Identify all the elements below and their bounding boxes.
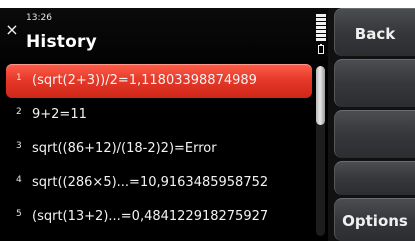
history-item-number: 2 bbox=[16, 107, 22, 117]
scrollbar[interactable] bbox=[316, 66, 325, 236]
options-button-label: Options bbox=[342, 212, 408, 230]
history-item[interactable]: 2 9+2=11 bbox=[6, 98, 312, 132]
history-item-text: (sqrt(13+2)...=0,484122918275927 bbox=[32, 209, 269, 224]
close-icon[interactable]: × bbox=[5, 22, 19, 38]
scrollbar-thumb[interactable] bbox=[316, 66, 325, 125]
signal-bar bbox=[316, 38, 326, 41]
top-border bbox=[0, 0, 415, 8]
signal-bar bbox=[316, 30, 326, 33]
history-item-number: 1 bbox=[16, 73, 22, 83]
history-item-text: sqrt((86+12)/(18-2)2)=Error bbox=[32, 141, 217, 156]
history-item-number: 3 bbox=[16, 141, 22, 151]
signal-bar bbox=[316, 34, 326, 37]
history-item[interactable]: 1 (sqrt(2+3))/2=1,11803398874989 bbox=[6, 64, 312, 98]
screenshot: 13:26 × History 1 (sqrt(2+3))/2=1,1180339… bbox=[0, 0, 415, 241]
back-button[interactable]: Back bbox=[334, 8, 415, 56]
history-item[interactable]: 4 sqrt((286×5)...=10,9163485958752 bbox=[6, 166, 312, 200]
history-item-text: (sqrt(2+3))/2=1,11803398874989 bbox=[32, 73, 257, 88]
history-item-text: 9+2=11 bbox=[32, 107, 87, 122]
battery-icon bbox=[318, 44, 324, 54]
back-button-label: Back bbox=[354, 25, 396, 43]
softkey-blank-1 bbox=[334, 59, 415, 107]
history-item-number: 4 bbox=[16, 175, 22, 185]
history-item-number: 5 bbox=[16, 209, 22, 219]
softkey-column: Back Options bbox=[328, 8, 415, 241]
history-item[interactable]: 3 sqrt((86+12)/(18-2)2)=Error bbox=[6, 132, 312, 166]
signal-bar bbox=[316, 22, 326, 25]
softkey-blank-2 bbox=[334, 110, 415, 158]
history-view: 13:26 × History 1 (sqrt(2+3))/2=1,1180339… bbox=[0, 8, 328, 241]
options-button[interactable]: Options bbox=[334, 198, 415, 241]
status-time: 13:26 bbox=[26, 13, 52, 23]
signal-bar bbox=[316, 18, 326, 21]
history-item-text: sqrt((286×5)...=10,9163485958752 bbox=[32, 175, 269, 190]
page-title: History bbox=[26, 32, 97, 52]
phone-screen: 13:26 × History 1 (sqrt(2+3))/2=1,1180339… bbox=[0, 8, 415, 241]
signal-strength-icon bbox=[316, 14, 326, 46]
signal-bar bbox=[316, 14, 326, 17]
signal-bar bbox=[316, 26, 326, 29]
softkey-blank-3 bbox=[334, 161, 415, 195]
history-item[interactable]: 5 (sqrt(13+2)...=0,484122918275927 bbox=[6, 200, 312, 234]
history-list: 1 (sqrt(2+3))/2=1,11803398874989 2 9+2=11 3 s… bbox=[6, 64, 312, 236]
